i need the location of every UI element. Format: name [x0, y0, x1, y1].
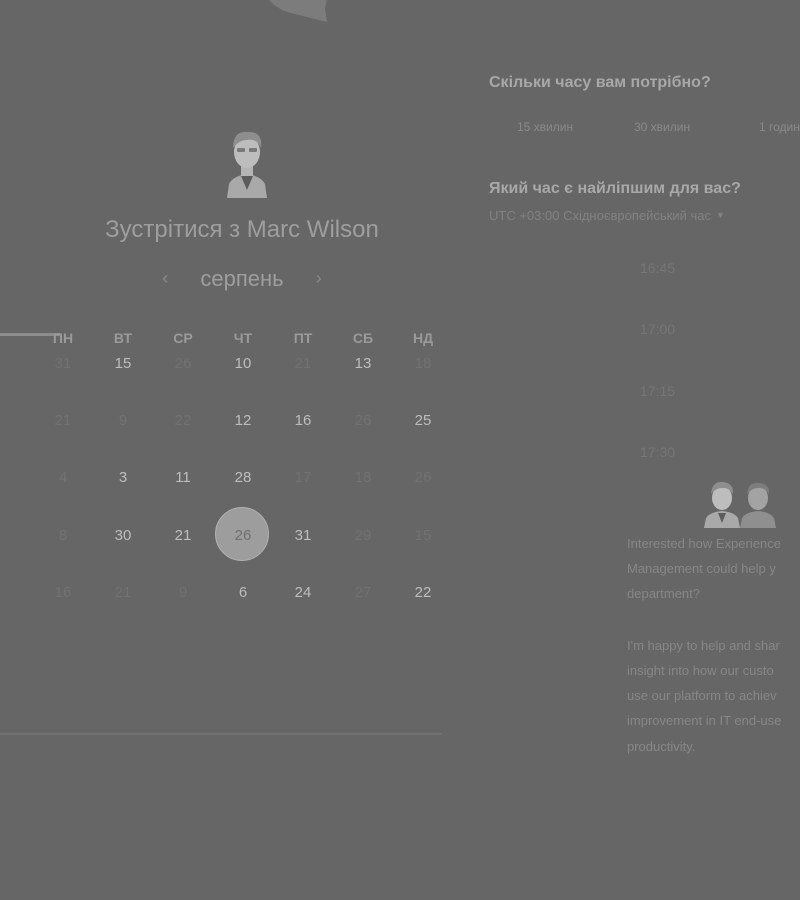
calendar-day: 8: [58, 527, 68, 544]
time-slot[interactable]: 16:45: [640, 260, 675, 276]
calendar-day: 18: [414, 355, 432, 372]
calendar-day[interactable]: 31: [283, 527, 323, 544]
calendar-day[interactable]: 16: [283, 412, 323, 429]
calendar-day: 15: [414, 527, 432, 544]
calendar-day[interactable]: 21: [163, 527, 203, 544]
description-line: use our platform to achiev: [627, 688, 777, 703]
calendar-day: 26: [414, 469, 432, 486]
weekday-thu: ЧТ: [233, 330, 253, 346]
calendar-day: 26: [174, 355, 192, 372]
weekday-sat: СБ: [352, 330, 374, 346]
time-question: Який час є найліпшим для вас?: [489, 180, 741, 197]
calendar-day: 29: [354, 527, 372, 544]
calendar-day: 9: [118, 412, 128, 429]
duration-options: 15 хвилин 30 хвилин 1 годин: [489, 120, 800, 136]
chevron-left-icon[interactable]: ‹: [162, 268, 168, 289]
calendar-day: 21: [114, 584, 132, 601]
team-avatars-icon: [704, 481, 776, 528]
calendar-day[interactable]: 25: [403, 412, 443, 429]
person-avatar-icon: [227, 131, 267, 198]
weekday-tue: ВТ: [113, 330, 133, 346]
calendar-day: 27: [354, 584, 372, 601]
calendar-day: 17: [294, 469, 312, 486]
description-line: productivity.: [627, 739, 696, 754]
calendar-day[interactable]: 13: [343, 355, 383, 372]
description-line: I'm happy to help and shar: [627, 638, 780, 653]
calendar-day[interactable]: 12: [223, 412, 263, 429]
month-label: серпень: [200, 266, 284, 291]
calendar-day[interactable]: 30: [103, 527, 143, 544]
duration-option-30[interactable]: 30 хвилин: [634, 120, 690, 134]
duration-option-60[interactable]: 1 годин: [759, 120, 800, 134]
calendar-day: 26: [354, 412, 372, 429]
weekday-sun: НД: [412, 330, 434, 346]
description-line: insight into how our custo: [627, 663, 774, 678]
time-slot[interactable]: 17:15: [640, 383, 675, 399]
calendar-day: 22: [174, 412, 192, 429]
divider: [0, 733, 442, 735]
description-line: department?: [627, 586, 700, 601]
calendar-day: 16: [54, 584, 72, 601]
calendar-day: 9: [178, 584, 188, 601]
logo-icon: [269, 0, 327, 22]
timezone-dropdown[interactable]: UTC +03:00 Східноєвропейський час ▼: [489, 208, 725, 223]
calendar-day[interactable]: 28: [223, 469, 263, 486]
description-line: Management could help y: [627, 561, 776, 576]
calendar-day: 4: [58, 469, 68, 486]
description-line: improvement in IT end-use: [627, 713, 782, 728]
calendar-day: 18: [354, 469, 372, 486]
calendar-day: 31: [54, 355, 72, 372]
calendar-day[interactable]: 10: [223, 355, 263, 372]
caret-down-icon: ▼: [715, 210, 725, 220]
weekday-mon: ПН: [52, 330, 74, 346]
duration-option-15[interactable]: 15 хвилин: [517, 120, 573, 134]
calendar-day[interactable]: 3: [103, 469, 143, 486]
duration-question: Скільки часу вам потрібно?: [489, 74, 711, 91]
calendar-day[interactable]: 6: [223, 584, 263, 601]
page-title: Зустрітися з Marc Wilson: [105, 216, 379, 243]
description-line: Interested how Experience: [627, 536, 781, 551]
weekday-wed: СР: [173, 330, 193, 346]
time-slot[interactable]: 17:00: [640, 321, 675, 337]
calendar-day: 21: [294, 355, 312, 372]
weekday-fri: ПТ: [293, 330, 313, 346]
selected-day-label[interactable]: 26: [223, 527, 263, 544]
calendar-day: 21: [54, 412, 72, 429]
chevron-right-icon[interactable]: ›: [316, 268, 322, 289]
month-navigation: ‹ серпень ›: [0, 266, 484, 292]
timezone-label: UTC +03:00 Східноєвропейський час: [489, 208, 711, 223]
time-slot[interactable]: 17:30: [640, 444, 675, 460]
calendar-day[interactable]: 15: [103, 355, 143, 372]
calendar-day[interactable]: 24: [283, 584, 323, 601]
calendar-day[interactable]: 22: [403, 584, 443, 601]
calendar-day[interactable]: 11: [163, 469, 203, 486]
